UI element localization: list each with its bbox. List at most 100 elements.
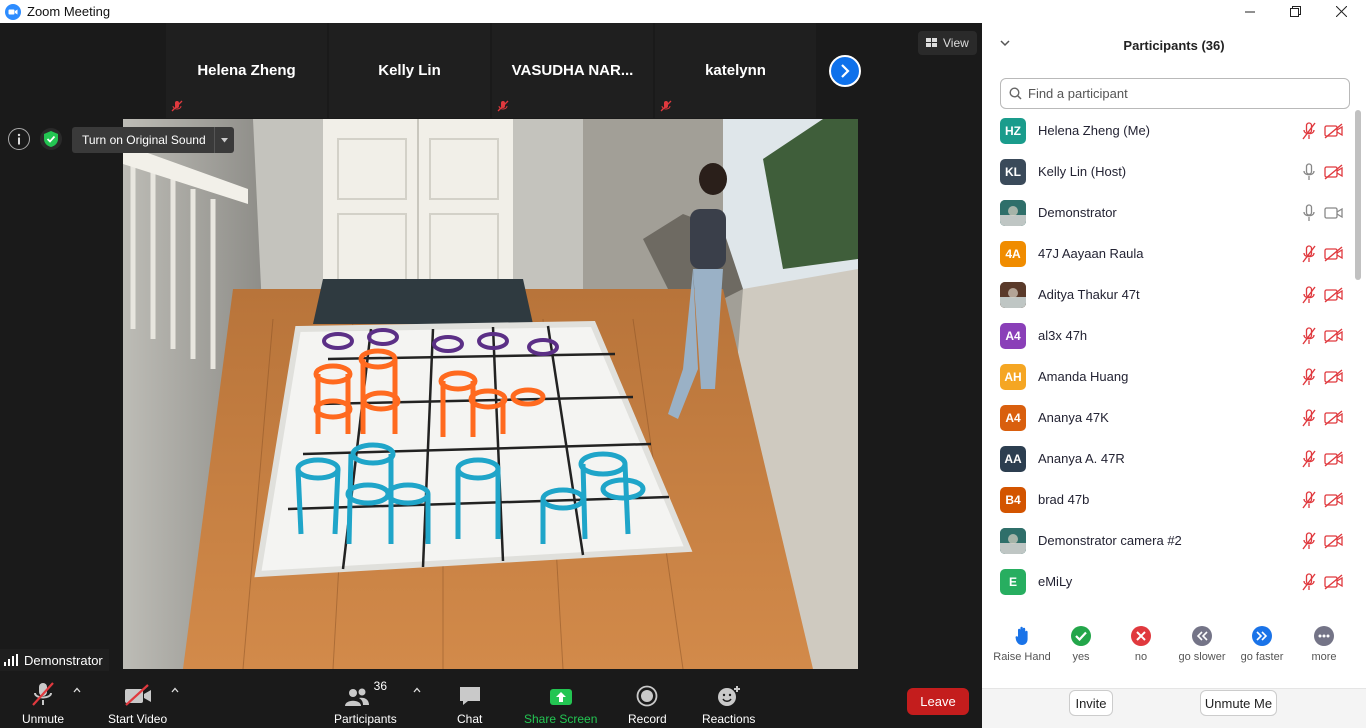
participant-name: al3x 47h [1038,328,1088,343]
unmute-me-button[interactable]: Unmute Me [1200,690,1277,716]
share-screen-icon [549,689,572,705]
avatar: AA [1000,445,1026,472]
chevron-right-icon [841,64,850,78]
participants-panel-title: Participants (36) [1123,38,1225,53]
thumbnail-name: VASUDHA NAR... [511,62,634,79]
emoji-add-icon [717,686,740,706]
participant-list: HZ Helena Zheng (Me) KL Kelly Lin (Host) Dem… [982,110,1354,600]
video-camera-off-icon [1324,122,1343,139]
view-button[interactable]: View [918,31,977,55]
microphone-muted-icon [1302,572,1316,590]
participant-row[interactable]: KL Kelly Lin (Host) [982,151,1354,192]
microphone-icon [1303,162,1315,180]
participant-list-scrollbar[interactable] [1354,110,1362,600]
caret-up-icon [171,687,179,693]
fast-forward-icon [1252,626,1272,646]
signal-strength-icon [4,654,18,666]
minimize-icon [1245,11,1255,12]
participant-row[interactable]: B4 brad 47b [982,479,1354,520]
original-sound-dropdown[interactable] [213,127,234,153]
search-icon [1009,87,1022,100]
main-video-feed[interactable] [123,119,858,669]
participant-thumbnail[interactable]: katelynn [655,23,816,118]
participants-icon [344,688,369,706]
video-camera-icon [1324,206,1343,219]
next-page-button[interactable] [829,55,861,87]
info-icon [17,133,21,145]
scrollbar-thumb[interactable] [1355,110,1361,280]
reaction-no-button[interactable]: no [1106,626,1176,663]
participant-name: Aditya Thakur 47t [1038,287,1140,302]
video-camera-off-icon [1324,163,1343,180]
participants-panel-footer: Invite Unmute Me [982,688,1366,728]
meeting-info-button[interactable] [8,128,30,150]
unmute-button[interactable]: Unmute [22,679,64,726]
x-icon [1131,626,1151,646]
meeting-info-icons [8,128,62,150]
participant-thumbnail[interactable]: Helena Zheng [166,23,327,118]
check-icon [1071,626,1091,646]
shield-check-icon [44,131,58,147]
participant-thumbnail[interactable]: Kelly Lin [329,23,490,118]
participants-panel: Participants (36) HZHelena Zheng (Me)KLK… [982,23,1366,728]
participant-row[interactable]: AA Ananya A. 47R [982,438,1354,479]
video-camera-off-icon [1324,286,1343,303]
participant-search-input[interactable] [1028,86,1328,101]
original-sound-button[interactable]: Turn on Original Sound [72,127,234,153]
microphone-muted-icon [1302,490,1316,508]
restore-button[interactable] [1272,0,1318,23]
participant-row[interactable]: 4A 47J Aayaan Raula [982,233,1354,274]
participant-row[interactable]: Demonstrator [982,192,1354,233]
participant-row[interactable]: A4 Ananya 47K [982,397,1354,438]
participants-panel-header: Participants (36) [982,23,1366,68]
avatar: 4A [1000,240,1026,267]
participants-button[interactable]: 36 Participants [334,679,397,726]
avatar: A4 [1000,404,1026,431]
encryption-button[interactable] [40,128,62,150]
reaction-label: more [1311,651,1337,663]
reaction-go-faster-button[interactable]: go faster [1227,626,1297,663]
reaction-label: go faster [1240,651,1284,663]
thumbnail-name: Kelly Lin [378,62,441,79]
participant-row[interactable]: Demonstrator camera #2 [982,520,1354,561]
participant-row[interactable]: AH Amanda Huang [982,356,1354,397]
meeting-toolbar: Unmute Start Video 36 Participants Chat … [0,673,982,728]
participant-name: Ananya A. 47R [1038,451,1125,466]
chat-button[interactable]: Chat [457,679,482,726]
participant-row[interactable]: EeMiLy [982,561,1354,600]
participant-name: Demonstrator [1038,205,1117,220]
avatar-photo-image [1000,199,1026,226]
microphone-icon [1303,203,1315,221]
participant-name: Demonstrator camera #2 [1038,533,1182,548]
minimize-button[interactable] [1227,0,1273,23]
participant-row[interactable]: A4 al3x 47h [982,315,1354,356]
participant-thumbnail[interactable]: VASUDHA NAR... [492,23,653,118]
chat-label: Chat [457,712,483,726]
share-screen-button[interactable]: Share Screen [524,679,597,726]
reaction-more-button[interactable]: more [1289,626,1359,663]
caret-up-icon [73,687,81,693]
chevron-down-icon[interactable] [998,36,1012,50]
thumbnail-strip: Helena Zheng Kelly Lin VASUDHA NAR... katel… [166,23,818,118]
participant-row[interactable]: Aditya Thakur 47t [982,274,1354,315]
original-sound-label: Turn on Original Sound [82,133,206,147]
close-button[interactable] [1318,0,1364,23]
reactions-label: Reactions [702,712,756,726]
start-video-button[interactable]: Start Video [108,679,167,726]
invite-button[interactable]: Invite [1069,690,1113,716]
participant-row[interactable]: HZ Helena Zheng (Me) [982,110,1354,151]
microphone-muted-icon [32,682,54,706]
audio-options-caret[interactable] [73,685,81,696]
unmute-label: Unmute [22,712,65,726]
participants-label: Participants [334,712,397,726]
leave-button[interactable]: Leave [907,688,969,715]
video-options-caret[interactable] [171,685,179,696]
participant-name: Ananya 47K [1038,410,1109,425]
reactions-button[interactable]: Reactions [702,679,755,726]
record-button[interactable]: Record [628,679,667,726]
microphone-muted-icon [1302,531,1316,549]
participant-search[interactable] [1000,78,1350,109]
video-camera-off-icon [1324,573,1343,590]
participants-options-caret[interactable] [413,685,421,696]
microphone-muted-icon [1302,326,1316,344]
